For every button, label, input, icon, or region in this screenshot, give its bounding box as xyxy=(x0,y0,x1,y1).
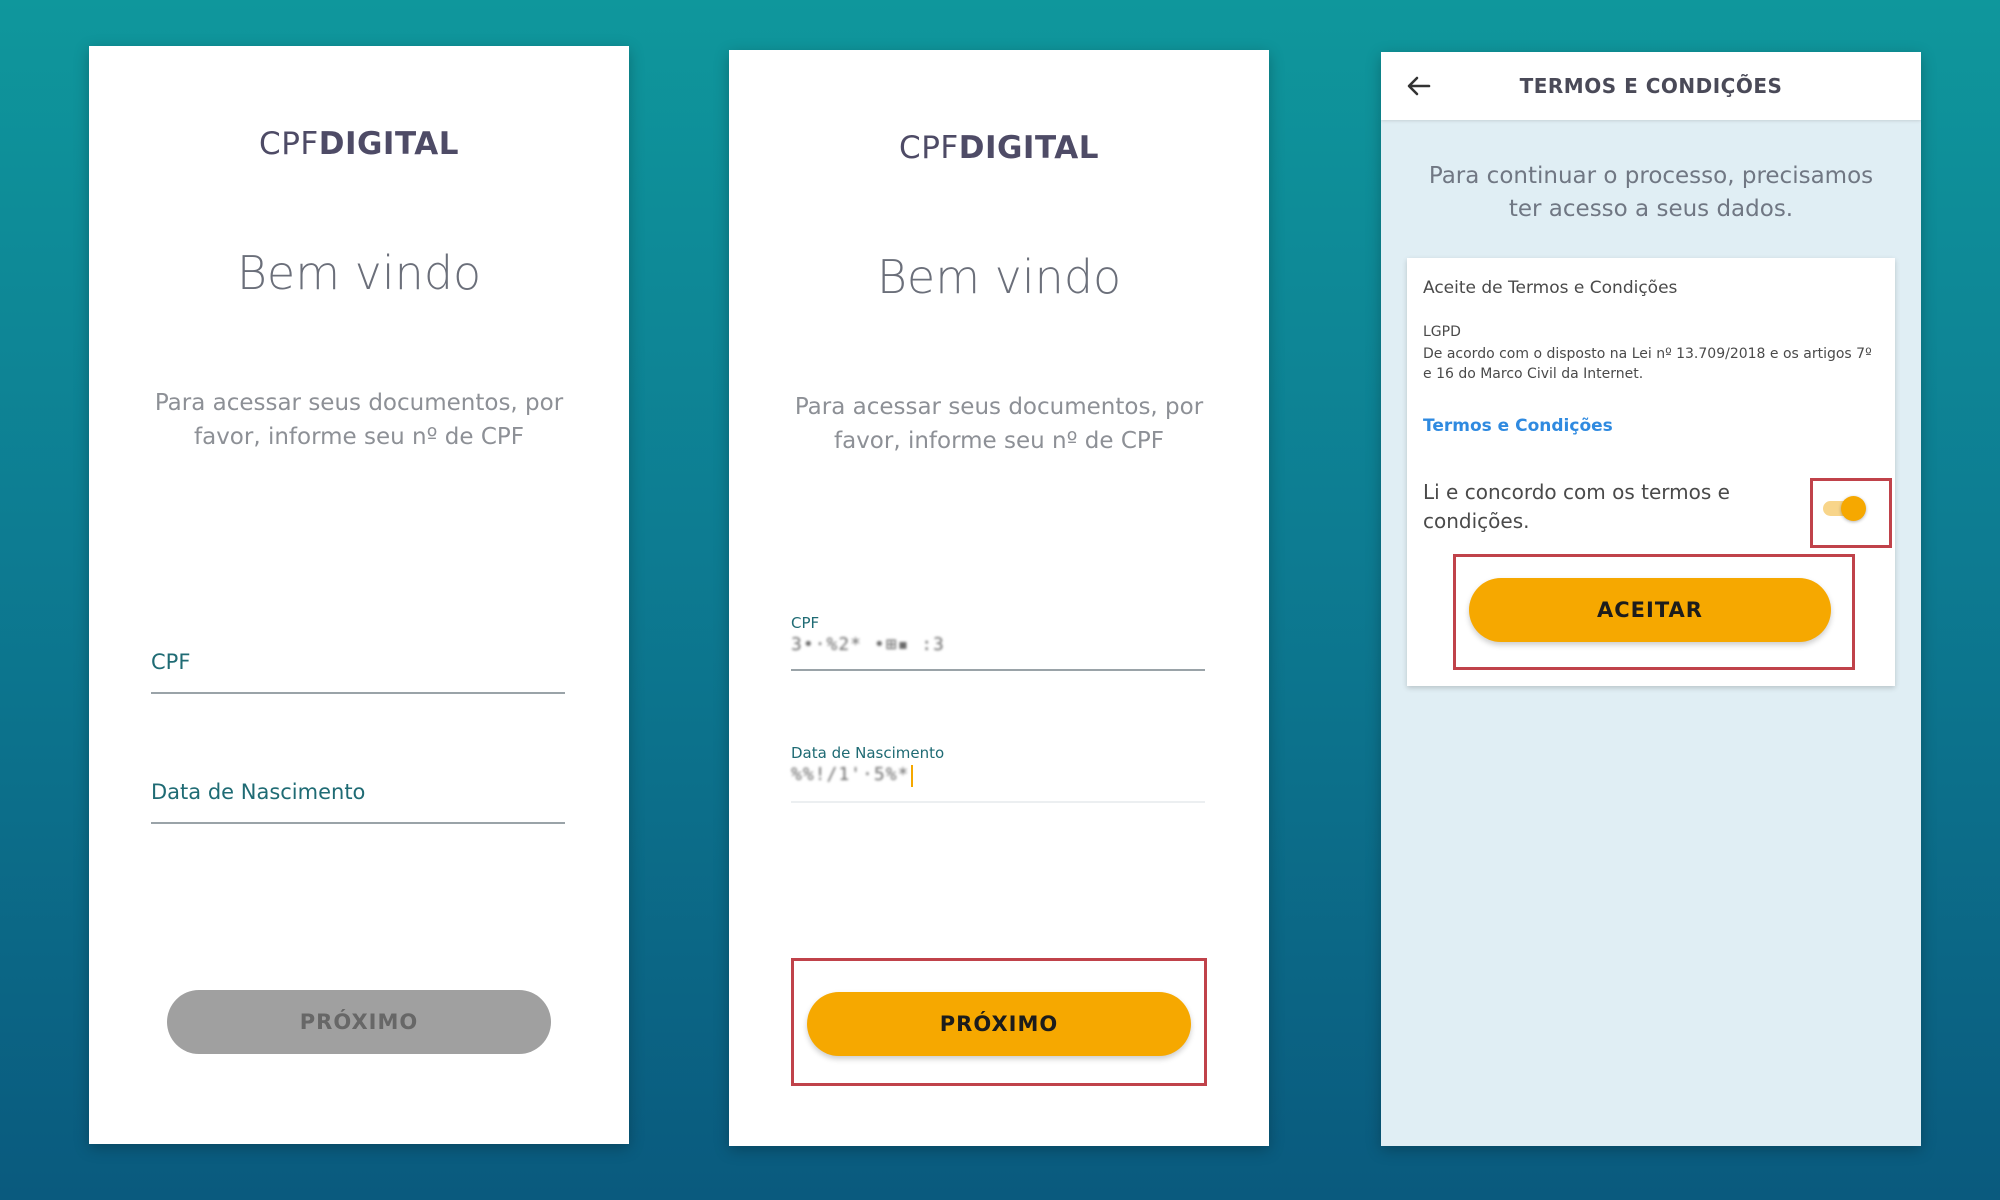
terms-link[interactable]: Termos e Condições xyxy=(1423,416,1613,436)
next-button[interactable]: PRÓXIMO xyxy=(807,992,1191,1056)
toggle-thumb xyxy=(1841,496,1866,521)
page-title: TERMOS E CONDIÇÕES xyxy=(1519,74,1783,98)
terms-card: Aceite de Termos e Condições LGPD De aco… xyxy=(1407,258,1895,686)
login-screen-empty: CPFDIGITAL Bem vindo Para acessar seus d… xyxy=(89,46,629,1144)
app-logo: CPFDIGITAL xyxy=(899,130,1099,166)
cpf-field-value: 3•·%2* •⊞▪ :3 xyxy=(791,634,945,655)
welcome-heading: Bem vindo xyxy=(236,246,482,300)
agree-toggle[interactable] xyxy=(1821,494,1866,522)
dob-field[interactable]: Data de Nascimento %%!/1'·5%* xyxy=(791,744,1205,803)
accept-button[interactable]: ACEITAR xyxy=(1469,578,1831,642)
arrow-left-icon[interactable] xyxy=(1403,70,1435,102)
agree-text: Li e concordo com os termos e condições. xyxy=(1423,480,1730,533)
cpf-field-label: CPF xyxy=(791,614,820,632)
lgpd-label: LGPD xyxy=(1423,324,1461,340)
cpf-field[interactable]: CPF xyxy=(151,650,565,694)
intro-text: Para continuar o processo, precisamos te… xyxy=(1428,163,1874,222)
next-button-disabled[interactable]: PRÓXIMO xyxy=(167,990,551,1054)
instruction-text: Para acessar seus documentos, por favor,… xyxy=(154,390,564,450)
dob-field-value: %%!/1'·5%* xyxy=(791,764,910,785)
text-caret xyxy=(911,764,914,787)
dob-field-label: Data de Nascimento xyxy=(151,780,366,804)
cpf-field-label: CPF xyxy=(151,650,191,674)
dob-field-label: Data de Nascimento xyxy=(791,744,945,762)
instruction-text: Para acessar seus documentos, por favor,… xyxy=(794,394,1204,454)
terms-screen: TERMOS E CONDIÇÕES Para continuar o proc… xyxy=(1381,52,1921,1146)
lgpd-text: De acordo com o disposto na Lei nº 13.70… xyxy=(1423,346,1872,382)
login-screen-filled: CPFDIGITAL Bem vindo Para acessar seus d… xyxy=(729,50,1269,1146)
app-logo: CPFDIGITAL xyxy=(259,126,459,162)
card-title: Aceite de Termos e Condições xyxy=(1423,278,1678,298)
cpf-field[interactable]: CPF 3•·%2* •⊞▪ :3 xyxy=(791,614,1205,671)
welcome-heading: Bem vindo xyxy=(876,250,1122,304)
dob-field[interactable]: Data de Nascimento xyxy=(151,780,565,824)
top-bar: TERMOS E CONDIÇÕES xyxy=(1381,52,1921,120)
